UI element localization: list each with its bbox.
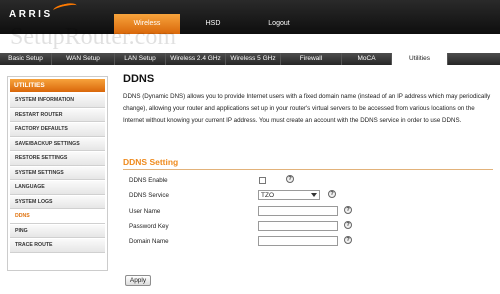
topnav-wireless[interactable]: Wireless: [114, 14, 180, 34]
page-title: DDNS: [123, 73, 155, 85]
ddns-service-label: DDNS Service: [129, 192, 169, 199]
top-navigation: Wireless HSD Logout: [114, 14, 312, 34]
subnav-lan-setup[interactable]: LAN Setup: [115, 53, 166, 65]
ddns-enable-checkbox[interactable]: [259, 177, 266, 184]
help-icon[interactable]: ?: [286, 175, 294, 183]
ddns-enable-label: DDNS Enable: [129, 177, 168, 184]
username-label: User Name: [129, 208, 161, 215]
main-content: DDNS DDNS (Dynamic DNS) allows you to pr…: [123, 73, 493, 286]
sub-navigation: Basic Setup WAN Setup LAN Setup Wireless…: [0, 53, 500, 65]
sidebar-item-restore-settings[interactable]: RESTORE SETTINGS: [10, 152, 105, 166]
sidebar-item-system-settings[interactable]: SYSTEM SETTINGS: [10, 166, 105, 180]
sidebar-item-factory-defaults[interactable]: FACTORY DEFAULTS: [10, 123, 105, 137]
domain-input[interactable]: [258, 236, 338, 246]
sidebar-item-save-backup[interactable]: SAVE/BACKUP SETTINGS: [10, 137, 105, 151]
domain-label: Domain Name: [129, 238, 169, 245]
username-row: User Name ?: [123, 206, 493, 217]
sidebar-item-ddns[interactable]: DDNS: [10, 210, 105, 224]
help-icon[interactable]: ?: [344, 221, 352, 229]
sidebar-item-system-information[interactable]: SYSTEM INFORMATION: [10, 94, 105, 108]
ddns-enable-row: DDNS Enable ?: [123, 175, 493, 186]
help-icon[interactable]: ?: [328, 190, 336, 198]
ddns-description: DDNS (Dynamic DNS) allows you to provide…: [123, 93, 491, 124]
subnav-utilities[interactable]: Utilities: [392, 53, 448, 65]
sidebar-header: UTILITIES: [10, 79, 105, 92]
topnav-hsd[interactable]: HSD: [180, 14, 246, 34]
logo-swoosh-icon: [52, 1, 78, 15]
ddns-service-value: TZO: [261, 192, 274, 199]
section-divider: [123, 169, 493, 170]
sidebar-item-trace-route[interactable]: TRACE ROUTE: [10, 239, 105, 253]
subnav-wan-setup[interactable]: WAN Setup: [52, 53, 115, 65]
password-label: Password Key: [129, 223, 169, 230]
section-title: DDNS Setting: [123, 157, 179, 167]
sidebar-item-language[interactable]: LANGUAGE: [10, 181, 105, 195]
apply-button[interactable]: Apply: [125, 275, 151, 286]
chevron-down-icon: [311, 193, 317, 197]
subnav-moca[interactable]: MoCA: [342, 53, 392, 65]
ddns-service-select[interactable]: TZO: [258, 190, 320, 200]
subnav-basic-setup[interactable]: Basic Setup: [0, 53, 52, 65]
sidebar-item-restart-router[interactable]: RESTART ROUTER: [10, 108, 105, 122]
sidebar-item-system-logs[interactable]: SYSTEM LOGS: [10, 195, 105, 209]
help-icon[interactable]: ?: [344, 206, 352, 214]
help-icon[interactable]: ?: [344, 236, 352, 244]
domain-row: Domain Name ?: [123, 236, 493, 247]
sidebar: UTILITIES SYSTEM INFORMATION RESTART ROU…: [7, 76, 108, 271]
password-row: Password Key ?: [123, 221, 493, 232]
username-input[interactable]: [258, 206, 338, 216]
subnav-firewall[interactable]: Firewall: [281, 53, 342, 65]
sidebar-item-ping[interactable]: PING: [10, 224, 105, 238]
subnav-wireless-5[interactable]: Wireless 5 GHz: [226, 53, 281, 65]
subnav-wireless-24[interactable]: Wireless 2.4 GHz: [166, 53, 226, 65]
ddns-service-row: DDNS Service TZO ?: [123, 190, 493, 201]
topnav-logout[interactable]: Logout: [246, 14, 312, 34]
top-header: ARRIS Wireless HSD Logout: [0, 0, 500, 34]
arris-logo: ARRIS: [9, 9, 53, 20]
password-input[interactable]: [258, 221, 338, 231]
